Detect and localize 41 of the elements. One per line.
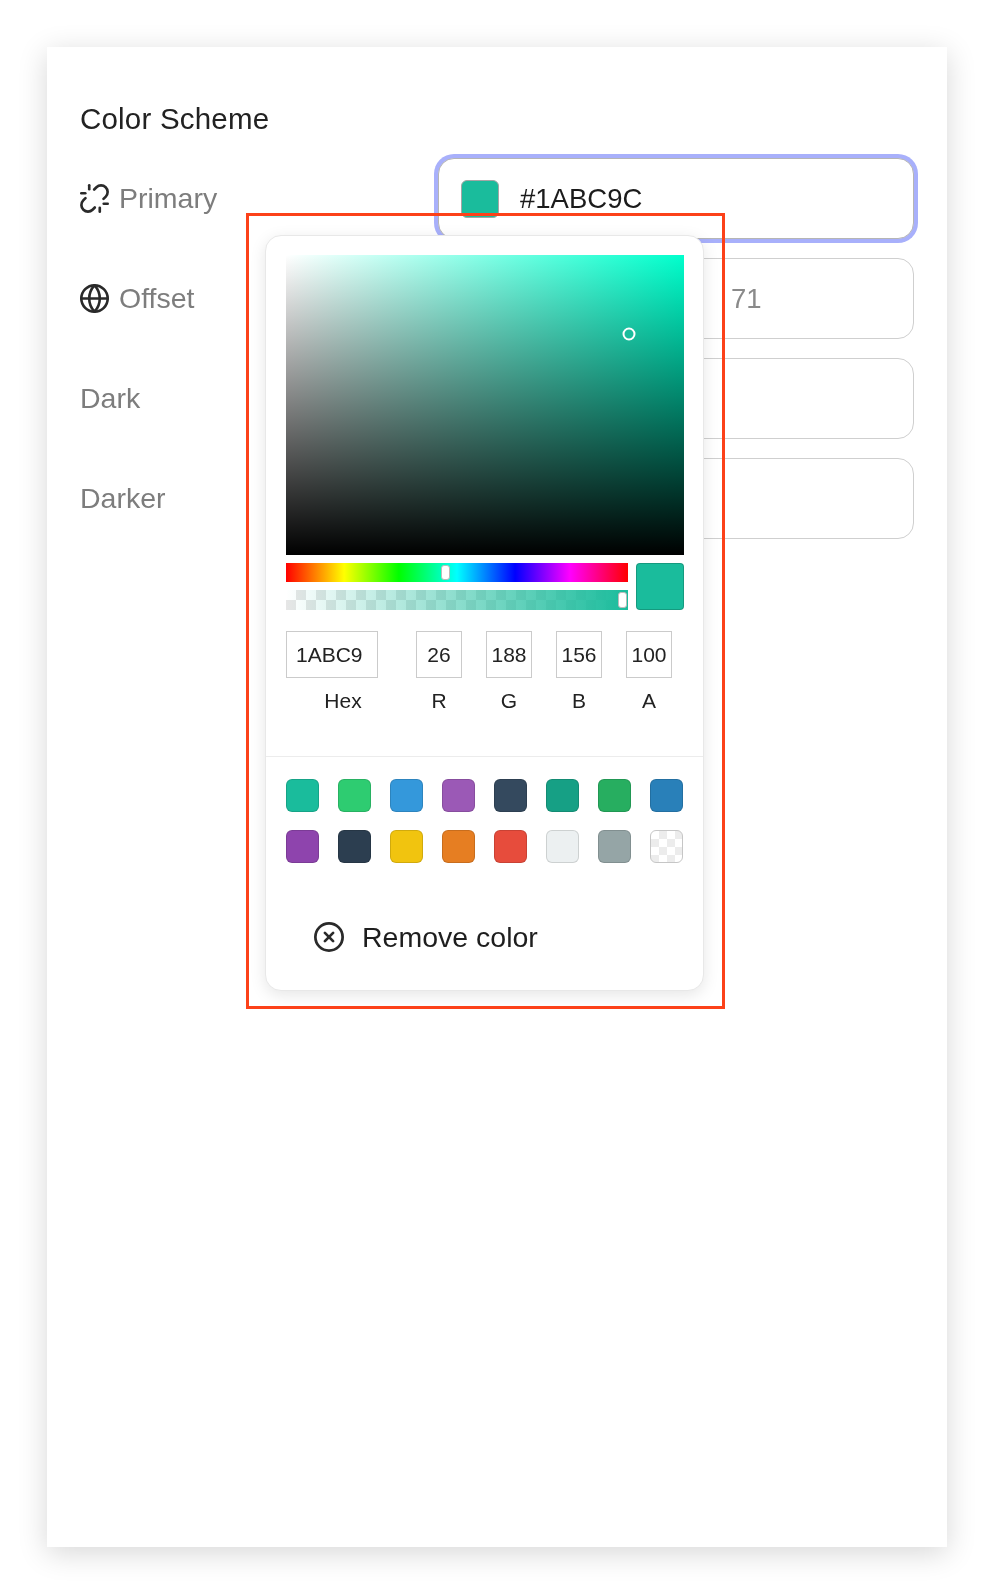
color-area[interactable]	[286, 255, 684, 555]
color-swatch-icon[interactable]	[546, 830, 579, 863]
channel-input[interactable]: 100	[626, 631, 672, 678]
hex-input[interactable]: 1ABC9	[286, 631, 378, 678]
transparent-swatch-icon[interactable]	[650, 830, 683, 863]
input-label: R	[431, 689, 447, 713]
hue-slider-thumb[interactable]	[441, 565, 451, 580]
field-label: Primary	[119, 181, 218, 217]
color-swatch-icon[interactable]	[286, 830, 319, 863]
color-swatch-icon[interactable]	[442, 830, 475, 863]
color-swatch-icon[interactable]	[494, 830, 527, 863]
channel-input[interactable]: 188	[486, 631, 532, 678]
color-swatch-icon[interactable]	[390, 779, 423, 812]
color-swatch-icon[interactable]	[494, 779, 527, 812]
channel-input[interactable]: 156	[556, 631, 602, 678]
channel-input[interactable]: 26	[416, 631, 462, 678]
color-swatch-icon[interactable]	[338, 779, 371, 812]
color-swatch-icon[interactable]	[546, 779, 579, 812]
input-label: A	[642, 689, 656, 713]
input-label: Hex	[324, 689, 362, 713]
color-swatch-icon[interactable]	[598, 830, 631, 863]
alpha-slider[interactable]	[286, 590, 628, 610]
broken-link-icon	[80, 184, 109, 213]
color-swatch-icon[interactable]	[338, 830, 371, 863]
color-swatch-icon[interactable]	[286, 779, 319, 812]
color-swatch-icon[interactable]	[442, 779, 475, 812]
input-label: B	[572, 689, 586, 713]
close-circle-icon	[314, 922, 344, 952]
color-area-handle[interactable]	[622, 327, 636, 341]
field-label: Offset	[119, 281, 195, 317]
remove-color-button[interactable]: Remove color	[286, 908, 566, 966]
color-swatch-icon[interactable]	[390, 830, 423, 863]
section-title: Color Scheme	[80, 102, 270, 136]
input-label: G	[500, 689, 518, 713]
alpha-slider-thumb[interactable]	[618, 592, 627, 608]
field-label: Dark	[80, 381, 141, 417]
globe-icon	[80, 284, 109, 313]
color-swatch-icon[interactable]	[650, 779, 683, 812]
color-swatch-icon[interactable]	[598, 779, 631, 812]
hue-slider[interactable]	[286, 563, 628, 582]
field-label: Darker	[80, 481, 166, 517]
